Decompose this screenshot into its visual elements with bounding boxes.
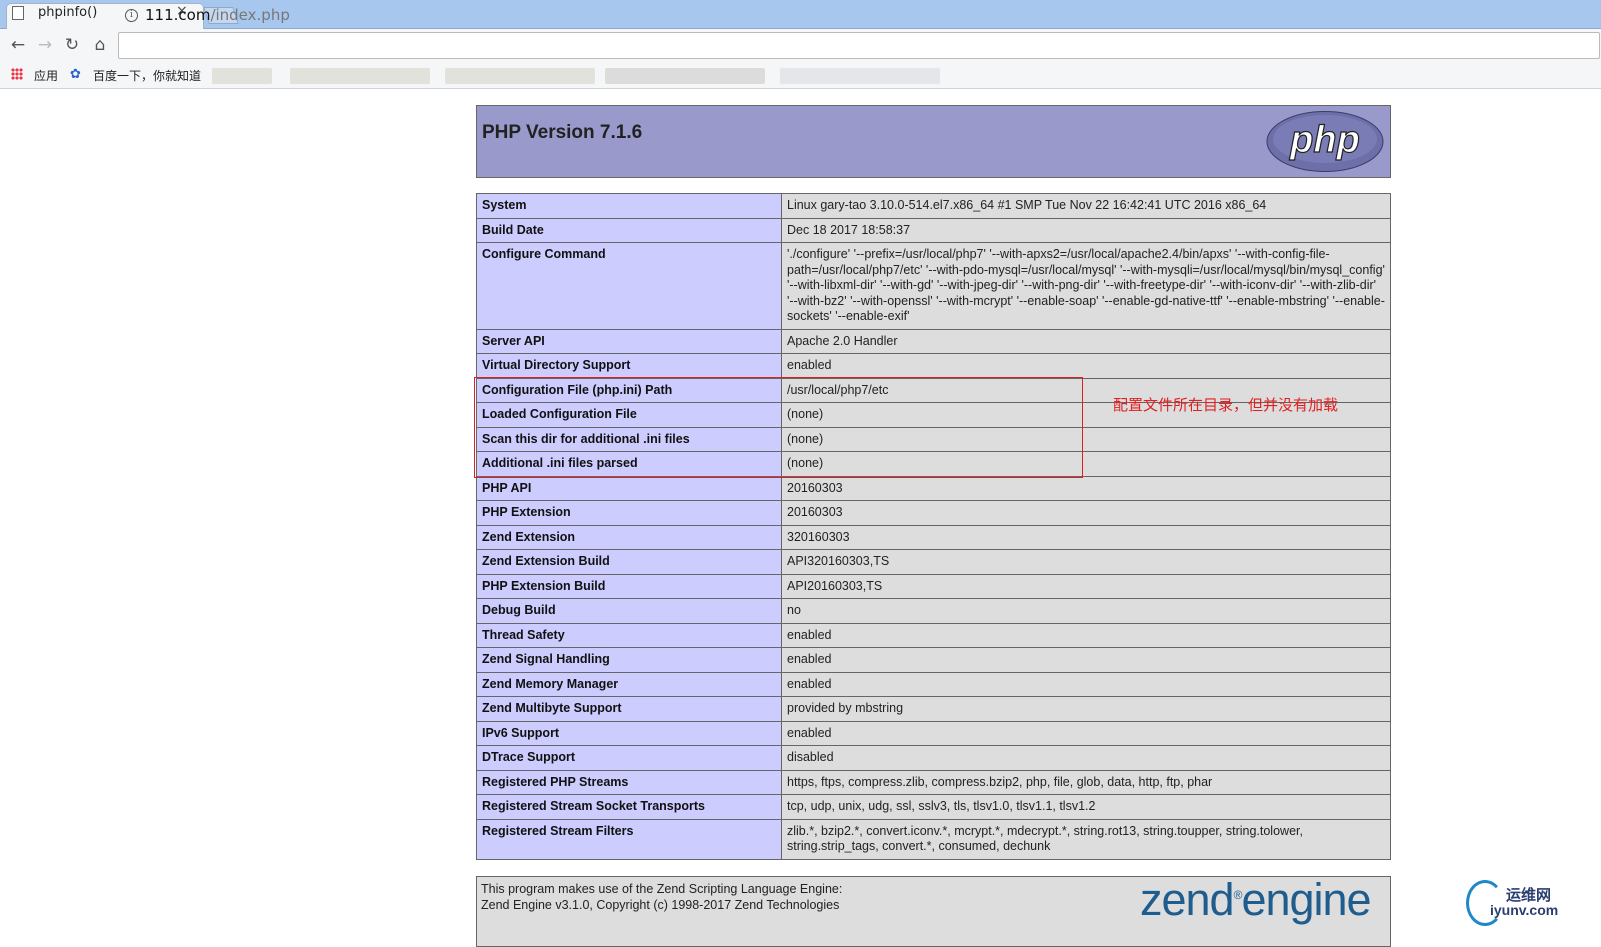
zend-logo-word2: engine xyxy=(1241,874,1371,925)
row-key: Zend Extension Build xyxy=(476,549,782,575)
row-key: Zend Extension xyxy=(476,524,782,550)
toolbar: ← → ↻ ⌂ xyxy=(0,29,1601,62)
blurred-bookmark[interactable] xyxy=(212,68,272,84)
row-value: enabled xyxy=(781,622,1391,648)
table-row: Registered Stream Socket Transports tcp, … xyxy=(476,794,1391,820)
row-value: enabled xyxy=(781,647,1391,673)
row-value: 20160303 xyxy=(781,500,1391,526)
row-value: API20160303,TS xyxy=(781,573,1391,599)
bookmarks-bar: 应用 ✿ 百度一下，你就知道 xyxy=(0,62,1601,89)
php-logo-icon: php xyxy=(1266,111,1384,172)
table-row: Configure Command './configure' '--prefix… xyxy=(476,242,1391,330)
row-value: Apache 2.0 Handler xyxy=(781,328,1391,354)
reload-icon[interactable]: ↻ xyxy=(62,34,82,56)
row-key: IPv6 Support xyxy=(476,720,782,746)
page-icon xyxy=(12,6,24,20)
row-key: Registered PHP Streams xyxy=(476,769,782,795)
tab-title: phpinfo() xyxy=(38,5,98,20)
row-key: PHP Extension xyxy=(476,500,782,526)
row-key: Configure Command xyxy=(476,242,782,330)
row-value: API320160303,TS xyxy=(781,549,1391,575)
table-row: Registered Stream Filters zlib.*, bzip2.*… xyxy=(476,818,1391,860)
row-value: disabled xyxy=(781,745,1391,771)
row-key: Virtual Directory Support xyxy=(476,353,782,379)
blurred-bookmark[interactable] xyxy=(780,68,940,84)
table-row: IPv6 Support enabled xyxy=(476,720,1391,746)
table-row: Zend Memory Manager enabled xyxy=(476,671,1391,697)
table-row: Zend Signal Handling enabled xyxy=(476,647,1391,673)
row-value: no xyxy=(781,598,1391,624)
row-key: Registered Stream Socket Transports xyxy=(476,794,782,820)
forward-arrow-icon[interactable]: → xyxy=(35,34,55,56)
url-host: 111.com xyxy=(145,6,211,24)
row-key: Build Date xyxy=(476,217,782,243)
bookmark-baidu[interactable]: 百度一下，你就知道 xyxy=(93,67,201,84)
table-row: Registered PHP Streams https, ftps, compr… xyxy=(476,769,1391,795)
blurred-bookmark[interactable] xyxy=(605,68,765,84)
php-logo-text: php xyxy=(1289,119,1360,161)
table-row: Zend Extension 320160303 xyxy=(476,524,1391,550)
row-key: DTrace Support xyxy=(476,745,782,771)
bookmark-apps[interactable]: 应用 xyxy=(34,67,58,84)
url-text[interactable]: 111.com/index.php xyxy=(145,6,290,24)
blurred-bookmark[interactable] xyxy=(445,68,595,84)
row-value: './configure' '--prefix=/usr/local/php7'… xyxy=(781,242,1391,330)
info-table: System Linux gary-tao 3.10.0-514.el7.x86_… xyxy=(476,193,1391,860)
row-value: zlib.*, bzip2.*, convert.iconv.*, mcrypt… xyxy=(781,818,1391,860)
row-value: enabled xyxy=(781,720,1391,746)
row-value: tcp, udp, unix, udg, ssl, sslv3, tls, tl… xyxy=(781,794,1391,820)
table-row: Build Date Dec 18 2017 18:58:37 xyxy=(476,217,1391,243)
table-row: Thread Safety enabled xyxy=(476,622,1391,648)
row-value: provided by mbstring xyxy=(781,696,1391,722)
blurred-bookmark[interactable] xyxy=(290,68,430,84)
address-bar[interactable] xyxy=(118,32,1600,59)
apps-grid-icon[interactable] xyxy=(11,68,23,80)
table-row: PHP Extension 20160303 xyxy=(476,500,1391,526)
annotation-text: 配置文件所在目录，但并没有加载 xyxy=(1113,396,1339,414)
row-value: Linux gary-tao 3.10.0-514.el7.x86_64 #1 … xyxy=(781,193,1391,219)
table-row: PHP API 20160303 xyxy=(476,475,1391,501)
row-key: Server API xyxy=(476,328,782,354)
row-key: System xyxy=(476,193,782,219)
row-key: Debug Build xyxy=(476,598,782,624)
table-row: Zend Multibyte Support provided by mbstri… xyxy=(476,696,1391,722)
back-arrow-icon[interactable]: ← xyxy=(8,34,28,56)
row-key: PHP Extension Build xyxy=(476,573,782,599)
zend-footer-line1: This program makes use of the Zend Scrip… xyxy=(481,882,843,896)
row-value: 320160303 xyxy=(781,524,1391,550)
highlight-box xyxy=(474,377,1083,478)
table-row: Debug Build no xyxy=(476,598,1391,624)
row-value: enabled xyxy=(781,671,1391,697)
row-key: Zend Multibyte Support xyxy=(476,696,782,722)
zend-logo-word1: zend xyxy=(1140,874,1235,925)
row-key: Thread Safety xyxy=(476,622,782,648)
info-table-body: System Linux gary-tao 3.10.0-514.el7.x86_… xyxy=(476,193,1391,860)
table-row: PHP Extension Build API20160303,TS xyxy=(476,573,1391,599)
row-key: Zend Memory Manager xyxy=(476,671,782,697)
page-title: PHP Version 7.1.6 xyxy=(482,122,643,143)
row-key: Registered Stream Filters xyxy=(476,818,782,860)
watermark-domain: iyunv.com xyxy=(1490,902,1559,918)
table-row: Zend Extension Build API320160303,TS xyxy=(476,549,1391,575)
row-key: Zend Signal Handling xyxy=(476,647,782,673)
zend-footer-line2: Zend Engine v3.1.0, Copyright (c) 1998-2… xyxy=(481,898,840,912)
row-value: enabled xyxy=(781,353,1391,379)
table-row: DTrace Support disabled xyxy=(476,745,1391,771)
row-value: 20160303 xyxy=(781,475,1391,501)
zend-engine-logo-icon: zend®engine xyxy=(1140,874,1372,925)
row-value: https, ftps, compress.zlib, compress.bzi… xyxy=(781,769,1391,795)
row-key: PHP API xyxy=(476,475,782,501)
table-row: System Linux gary-tao 3.10.0-514.el7.x86_… xyxy=(476,193,1391,219)
url-path: /index.php xyxy=(210,6,290,24)
site-info-icon[interactable]: i xyxy=(125,9,138,22)
table-row: Server API Apache 2.0 Handler xyxy=(476,328,1391,354)
home-icon[interactable]: ⌂ xyxy=(90,34,110,56)
table-row: Virtual Directory Support enabled xyxy=(476,353,1391,379)
row-value: Dec 18 2017 18:58:37 xyxy=(781,217,1391,243)
baidu-paw-icon: ✿ xyxy=(70,67,81,82)
